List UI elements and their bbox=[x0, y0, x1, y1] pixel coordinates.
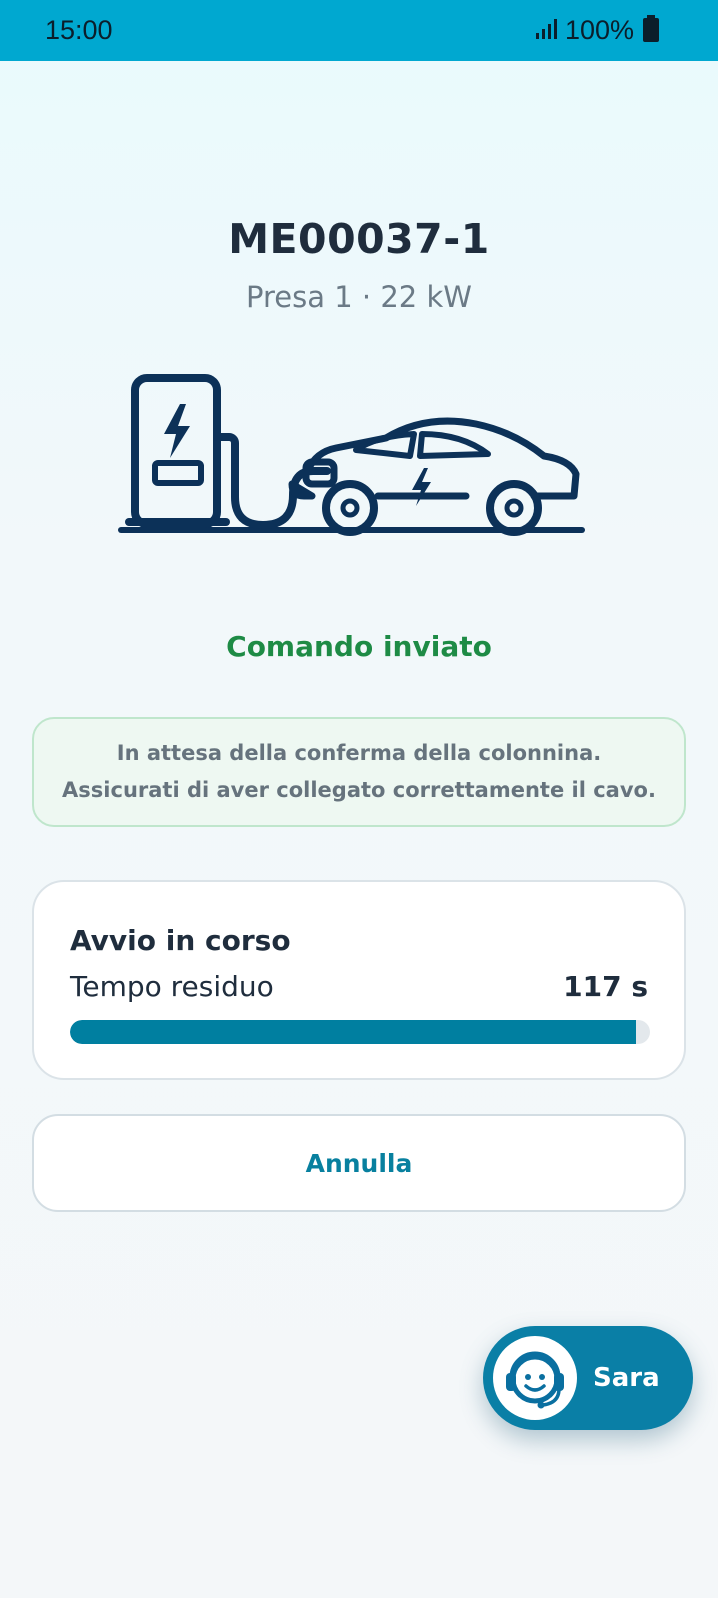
assistant-button[interactable]: Sara bbox=[483, 1326, 693, 1430]
ev-charging-station-car-icon bbox=[118, 370, 598, 542]
status-indicators: 100% bbox=[535, 14, 660, 47]
battery-percentage: 100% bbox=[564, 15, 634, 45]
status-time: 15:00 bbox=[45, 15, 113, 45]
status-bar: 15:00 100% bbox=[0, 0, 718, 61]
progress-title: Avvio in corso bbox=[70, 924, 291, 957]
battery-icon bbox=[642, 14, 660, 47]
remaining-time-label: Tempo residuo bbox=[70, 970, 274, 1003]
cancel-button[interactable]: Annulla bbox=[32, 1114, 686, 1212]
station-id: ME00037-1 bbox=[228, 215, 490, 263]
signal-icon bbox=[535, 18, 557, 44]
remaining-time-value: 117 s bbox=[563, 970, 648, 1003]
station-subtitle: Presa 1 · 22 kW bbox=[246, 280, 472, 314]
headset-avatar-icon bbox=[493, 1336, 577, 1420]
assistant-label: Sara bbox=[593, 1363, 660, 1393]
status-heading: Comando inviato bbox=[226, 630, 492, 663]
progress-card: Avvio in corso Tempo residuo 117 s bbox=[32, 880, 686, 1080]
progress-bar bbox=[70, 1020, 650, 1044]
info-message: In attesa della conferma della colonnina… bbox=[32, 717, 686, 827]
info-message-text: In attesa della conferma della colonnina… bbox=[62, 741, 656, 802]
cancel-button-label: Annulla bbox=[305, 1148, 413, 1178]
progress-bar-fill bbox=[70, 1020, 636, 1044]
